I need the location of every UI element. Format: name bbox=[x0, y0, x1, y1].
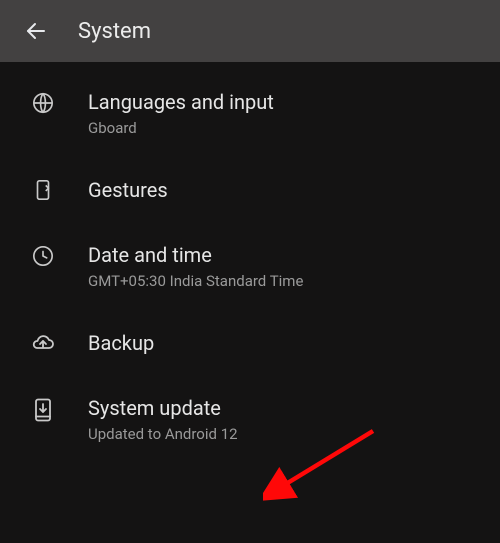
page-title: System bbox=[78, 19, 151, 44]
item-subtitle: GMT+05:30 India Standard Time bbox=[88, 272, 303, 291]
settings-item-system-update[interactable]: System update Updated to Android 12 bbox=[0, 376, 500, 464]
clock-icon bbox=[28, 245, 58, 267]
item-title: Gestures bbox=[88, 178, 168, 203]
settings-list: Languages and input Gboard Gestures Date… bbox=[0, 62, 500, 463]
cloud-upload-icon bbox=[28, 332, 58, 354]
item-subtitle: Updated to Android 12 bbox=[88, 425, 238, 444]
settings-item-languages-and-input[interactable]: Languages and input Gboard bbox=[0, 70, 500, 158]
settings-item-gestures[interactable]: Gestures bbox=[0, 158, 500, 223]
item-title: Languages and input bbox=[88, 90, 274, 115]
item-title: System update bbox=[88, 396, 238, 421]
app-header: System bbox=[0, 0, 500, 62]
item-title: Date and time bbox=[88, 243, 303, 268]
gestures-icon bbox=[28, 179, 58, 201]
settings-item-backup[interactable]: Backup bbox=[0, 311, 500, 376]
settings-item-date-and-time[interactable]: Date and time GMT+05:30 India Standard T… bbox=[0, 223, 500, 311]
item-subtitle: Gboard bbox=[88, 119, 274, 138]
back-button[interactable] bbox=[16, 11, 56, 51]
globe-icon bbox=[28, 92, 58, 114]
phone-download-icon bbox=[28, 398, 58, 422]
back-arrow-icon bbox=[24, 19, 48, 43]
item-title: Backup bbox=[88, 331, 154, 356]
